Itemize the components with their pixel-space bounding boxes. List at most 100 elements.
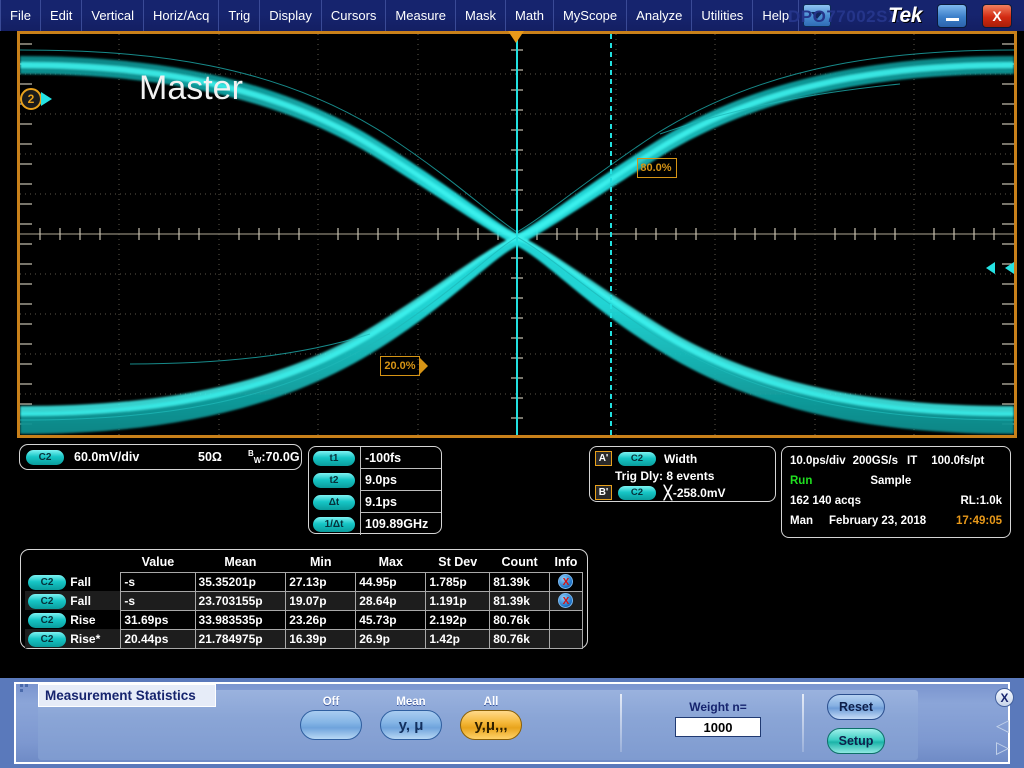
close-button[interactable]: X: [982, 4, 1012, 28]
percent-badge-high[interactable]: 80.0%: [637, 158, 677, 178]
weight-input[interactable]: 1000: [675, 717, 761, 737]
trigger-a-button[interactable]: A': [595, 451, 612, 466]
row-min: 19.07p: [285, 590, 357, 611]
stat-option-mean-button[interactable]: y, μ: [380, 710, 442, 740]
trigger-a-row[interactable]: A' C2 Width: [595, 450, 770, 467]
level-markers[interactable]: [986, 262, 1014, 274]
warning-icon[interactable]: X: [558, 574, 574, 589]
row-value: -s: [120, 590, 196, 611]
waveform-graticule[interactable]: 2 Master 80.0% 20.0%: [17, 31, 1017, 438]
table-row[interactable]: C2 Rise 31.69ps 33.983535p 23.26p 45.73p…: [25, 609, 584, 630]
acq-sample-rate: 200GS/s: [852, 455, 899, 467]
panel-divider-2: [802, 694, 804, 752]
setup-button[interactable]: Setup: [827, 728, 885, 754]
menu-item-edit[interactable]: Edit: [41, 0, 83, 31]
th-chip: [25, 552, 67, 572]
row-measurement-name: Rise: [70, 612, 96, 627]
menu-item-utilities[interactable]: Utilities: [692, 0, 754, 31]
row-count: 81.39k: [489, 571, 550, 592]
row-value: 20.44ps: [120, 628, 196, 649]
measurement-table-header: Value Mean Min Max St Dev Count Info: [25, 552, 583, 572]
channel-impedance: 50Ω: [198, 450, 222, 464]
cursor-row-t2[interactable]: t2 9.0ps: [309, 469, 441, 491]
trigger-b-button[interactable]: B': [595, 485, 612, 500]
channel-marker-c2[interactable]: 2: [20, 88, 42, 110]
channel-ground-arrow-icon[interactable]: [41, 92, 52, 106]
stat-option-off-button[interactable]: [300, 710, 362, 740]
menu-item-measure[interactable]: Measure: [386, 0, 456, 31]
th-mean: Mean: [224, 554, 257, 569]
trigger-b-level: -258.0mV: [672, 485, 726, 500]
row-mean: 35.35201p: [194, 571, 287, 592]
th-stdev: St Dev: [438, 554, 478, 569]
trigger-readout-box[interactable]: A' C2 Width Trig Dly: 8 events B' C2 ╳ -…: [589, 446, 776, 502]
measurement-table: Value Mean Min Max St Dev Count Info C2 …: [25, 552, 584, 649]
percent-badge-low[interactable]: 20.0%: [380, 356, 428, 376]
row-max: 28.64p: [355, 590, 427, 611]
menu-item-mask[interactable]: Mask: [456, 0, 507, 31]
badge-arrow-right-icon: [419, 357, 428, 375]
stat-option-off[interactable]: Off: [300, 696, 362, 740]
row-value: 31.69ps: [120, 609, 196, 630]
menu-item-horiz-acq[interactable]: Horiz/Acq: [144, 0, 220, 31]
stat-option-mean[interactable]: Mean y, μ: [380, 696, 442, 740]
minimize-button[interactable]: [937, 4, 967, 28]
channel-chip-c2[interactable]: C2: [26, 449, 64, 465]
table-header-row: Value Mean Min Max St Dev Count Info: [25, 552, 583, 572]
row-chip-label: C2: [28, 574, 66, 590]
measurement-statistics-table[interactable]: Value Mean Min Max St Dev Count Info C2 …: [20, 549, 588, 649]
menu-item-myscope[interactable]: MyScope: [554, 0, 628, 31]
cursor-row-t1[interactable]: t1 -100fs: [309, 447, 441, 469]
trigger-position-icon[interactable]: [508, 31, 524, 43]
stat-option-all-button[interactable]: y,μ,,,: [460, 710, 522, 740]
channel-scale: 60.0mV/div: [74, 450, 140, 464]
triangle-right-icon[interactable]: ▷: [996, 738, 1009, 758]
menu-item-file[interactable]: File: [0, 0, 41, 31]
reset-button[interactable]: Reset: [827, 694, 885, 720]
triangle-left-icon[interactable]: ◁: [996, 716, 1009, 736]
measurement-table-body: C2 Fall -s 35.35201p 27.13p 44.95p 1.785…: [25, 571, 584, 649]
th-info: Info: [554, 554, 578, 569]
trigger-b-row[interactable]: B' C2 ╳ -258.0mV: [595, 484, 770, 501]
level-marker-b-icon[interactable]: [1005, 262, 1014, 274]
acq-row-datetime: Man February 23, 2018 17:49:05: [790, 511, 1002, 531]
stat-option-all[interactable]: All y,μ,,,: [460, 696, 522, 740]
cursor-row-delta-t[interactable]: Δt 9.1ps: [309, 491, 441, 513]
row-info[interactable]: [548, 628, 584, 649]
menu-item-vertical[interactable]: Vertical: [82, 0, 144, 31]
tek-logo: Tek: [888, 4, 922, 27]
menu-item-analyze[interactable]: Analyze: [627, 0, 693, 31]
warning-icon[interactable]: X: [558, 593, 574, 608]
trigger-delay-row: Trig Dly: 8 events: [595, 467, 770, 484]
menu-item-trig[interactable]: Trig: [219, 0, 261, 31]
menu-item-display[interactable]: Display: [260, 0, 322, 31]
row-info[interactable]: [548, 609, 584, 630]
table-row[interactable]: C2 Fall -s 35.35201p 27.13p 44.95p 1.785…: [25, 571, 584, 592]
table-row[interactable]: C2 Fall -s 23.703155p 19.07p 28.64p 1.19…: [25, 590, 584, 611]
row-min: 16.39p: [285, 628, 357, 649]
acq-row-count: 162 140 acqs RL:1.0k: [790, 491, 1002, 511]
row-info[interactable]: X: [548, 590, 584, 611]
panel-close-button[interactable]: X: [995, 688, 1014, 707]
acq-timebase: 10.0ps/div: [790, 455, 846, 467]
level-marker-a-icon[interactable]: [986, 262, 995, 274]
menu-item-cursors[interactable]: Cursors: [322, 0, 387, 31]
row-stdev: 1.785p: [425, 571, 491, 592]
cursor-readout-box[interactable]: t1 -100fs t2 9.0ps Δt 9.1ps 1/Δt 109.89G…: [308, 446, 442, 535]
menu-item-math[interactable]: Math: [506, 0, 554, 31]
stat-option-all-caption: All: [483, 696, 499, 708]
percent-badge-high-label: 80.0%: [640, 162, 672, 174]
table-row[interactable]: C2 Rise* 20.44ps 21.784975p 16.39p 26.9p…: [25, 628, 584, 649]
cursor-row-inv-delta-t[interactable]: 1/Δt 109.89GHz: [309, 513, 441, 535]
acquisition-readout-box[interactable]: 10.0ps/div 200GS/s IT 100.0fs/pt Run Sam…: [781, 446, 1011, 538]
panel-grip-icon[interactable]: [20, 684, 30, 694]
row-info[interactable]: X: [548, 571, 584, 592]
waveform-label-master: Master: [139, 69, 243, 107]
channel-readout-box[interactable]: C2 60.0mV/div 50Ω BW:70.0G: [19, 444, 302, 470]
trigger-b-chip: C2: [618, 485, 656, 500]
channel-bandwidth: BW:70.0G: [248, 449, 300, 465]
row-min: 27.13p: [285, 571, 357, 592]
cursor-value-t2: 9.0ps: [360, 469, 441, 491]
acq-interleave: IT: [907, 455, 918, 467]
row-max: 26.9p: [355, 628, 427, 649]
